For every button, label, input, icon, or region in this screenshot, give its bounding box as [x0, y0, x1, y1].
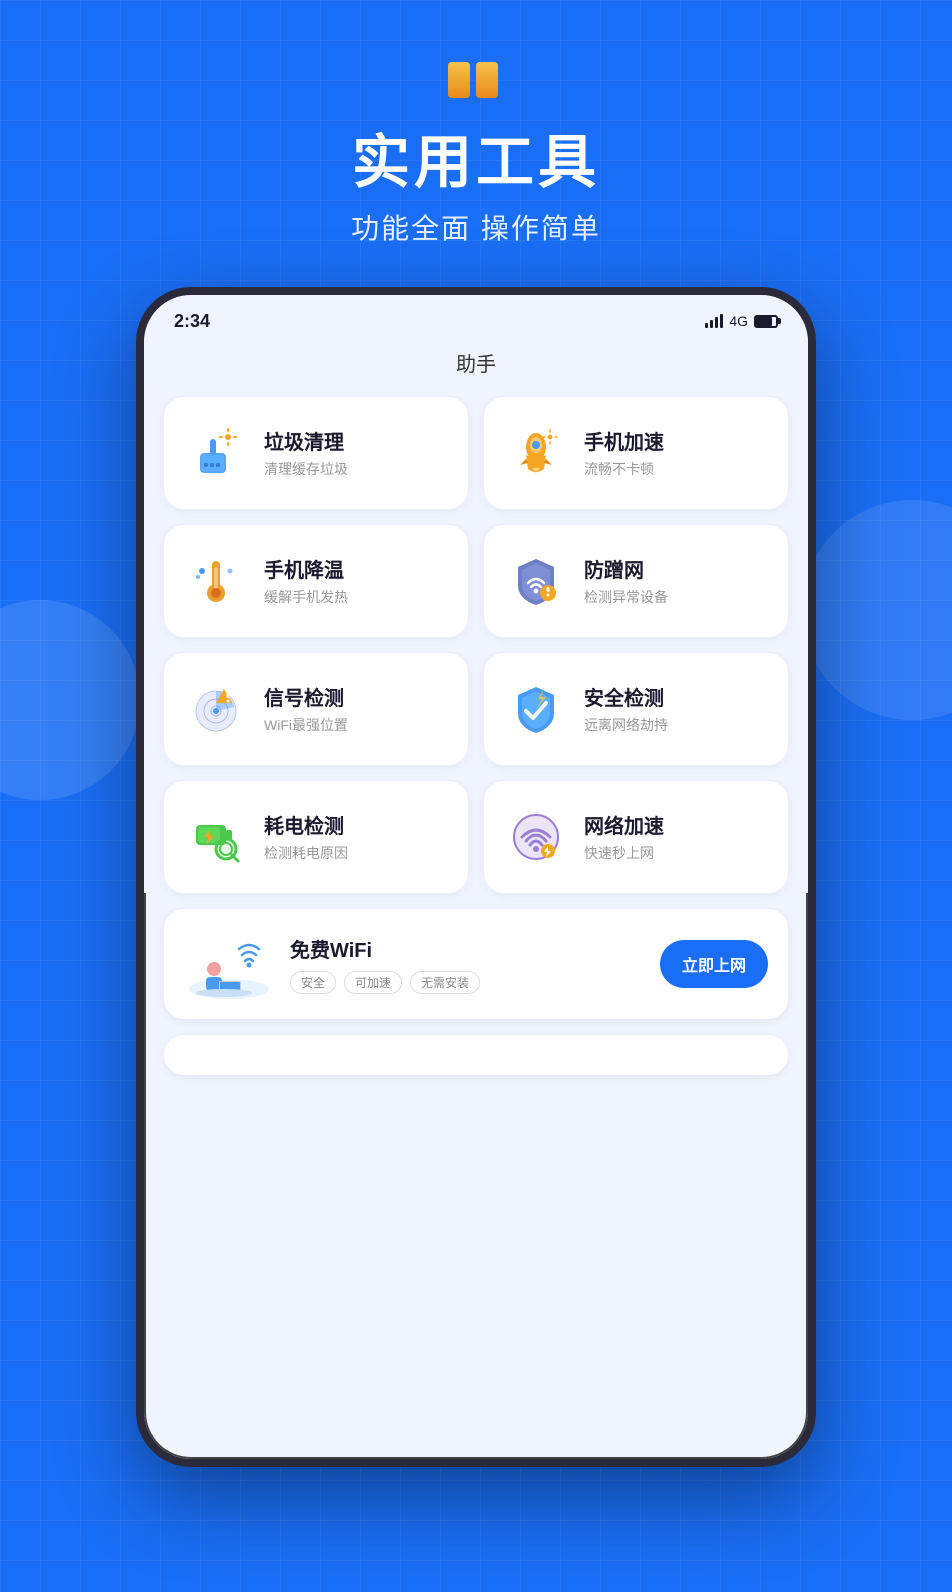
card-security-detect-title: 安全检测	[584, 682, 668, 711]
card-signal-detect-text: 信号检测 WiFi最强位置	[264, 682, 348, 735]
card-security-detect[interactable]: 安全检测 远离网络劫持	[484, 653, 788, 765]
card-security-detect-text: 安全检测 远离网络劫持	[584, 682, 668, 735]
card-network-boost-desc: 快速秒上网	[584, 843, 664, 863]
card-trash-clean[interactable]: 垃圾清理 清理缓存垃圾	[164, 397, 468, 509]
power-detect-icon	[184, 805, 248, 869]
card-signal-detect-title: 信号检测	[264, 682, 348, 711]
wifi-tag-noinstall: 无需安装	[410, 971, 480, 994]
wifi-tag-speed: 可加速	[344, 971, 402, 994]
header-title: 实用工具	[0, 131, 952, 195]
bottom-partial-card	[164, 1035, 788, 1075]
header-icon	[446, 60, 506, 115]
battery-icon	[754, 315, 778, 328]
card-phone-boost-desc: 流畅不卡顿	[584, 459, 664, 479]
card-power-detect[interactable]: 耗电检测 检测耗电原因	[164, 781, 468, 893]
card-power-detect-desc: 检测耗电原因	[264, 843, 348, 863]
header-subtitle: 功能全面 操作简单	[0, 207, 952, 247]
status-bar: 2:34 4G	[144, 295, 808, 340]
status-icons: 4G	[705, 313, 778, 329]
wifi-banner[interactable]: 免费WiFi 安全 可加速 无需安装 立即上网	[164, 909, 788, 1019]
card-power-detect-text: 耗电检测 检测耗电原因	[264, 810, 348, 863]
wifi-connect-button[interactable]: 立即上网	[660, 940, 768, 988]
card-anti-leech-text: 防蹭网 检测异常设备	[584, 554, 668, 607]
network-boost-icon	[504, 805, 568, 869]
phone-wrapper: 2:34 4G 助手	[0, 287, 952, 1467]
card-signal-detect-desc: WiFi最强位置	[264, 715, 348, 735]
phone-cool-icon	[184, 549, 248, 613]
card-phone-boost-title: 手机加速	[584, 426, 664, 455]
card-phone-boost[interactable]: 手机加速 流畅不卡顿	[484, 397, 788, 509]
card-phone-cool[interactable]: 手机降温 缓解手机发热	[164, 525, 468, 637]
card-phone-cool-text: 手机降温 缓解手机发热	[264, 554, 348, 607]
wifi-tag-safe: 安全	[290, 971, 336, 994]
signal-icon	[705, 314, 723, 328]
wifi-tags: 安全 可加速 无需安装	[290, 971, 644, 994]
trash-clean-icon	[184, 421, 248, 485]
phone-mockup: 2:34 4G 助手	[136, 287, 816, 1467]
status-time: 2:34	[174, 311, 210, 332]
network-type: 4G	[729, 313, 748, 329]
card-trash-clean-desc: 清理缓存垃圾	[264, 459, 348, 479]
card-anti-leech[interactable]: 防蹭网 检测异常设备	[484, 525, 788, 637]
signal-detect-icon	[184, 677, 248, 741]
card-trash-clean-title: 垃圾清理	[264, 426, 348, 455]
anti-leech-icon	[504, 549, 568, 613]
security-detect-icon	[504, 677, 568, 741]
card-network-boost-text: 网络加速 快速秒上网	[584, 810, 664, 863]
header-section: 实用工具 功能全面 操作简单	[0, 0, 952, 287]
card-anti-leech-desc: 检测异常设备	[584, 587, 668, 607]
card-power-detect-title: 耗电检测	[264, 810, 348, 839]
battery-fill	[756, 317, 772, 326]
cards-grid: 垃圾清理 清理缓存垃圾	[144, 397, 808, 893]
card-phone-cool-title: 手机降温	[264, 554, 348, 583]
app-title: 助手	[144, 340, 808, 397]
wifi-title: 免费WiFi	[290, 934, 644, 963]
card-network-boost[interactable]: 网络加速 快速秒上网	[484, 781, 788, 893]
card-phone-boost-text: 手机加速 流畅不卡顿	[584, 426, 664, 479]
card-anti-leech-title: 防蹭网	[584, 554, 668, 583]
card-signal-detect[interactable]: 信号检测 WiFi最强位置	[164, 653, 468, 765]
card-security-detect-desc: 远离网络劫持	[584, 715, 668, 735]
card-network-boost-title: 网络加速	[584, 810, 664, 839]
card-trash-clean-text: 垃圾清理 清理缓存垃圾	[264, 426, 348, 479]
wifi-illustration	[184, 929, 274, 999]
wifi-content: 免费WiFi 安全 可加速 无需安装	[290, 934, 644, 994]
phone-boost-icon	[504, 421, 568, 485]
card-phone-cool-desc: 缓解手机发热	[264, 587, 348, 607]
